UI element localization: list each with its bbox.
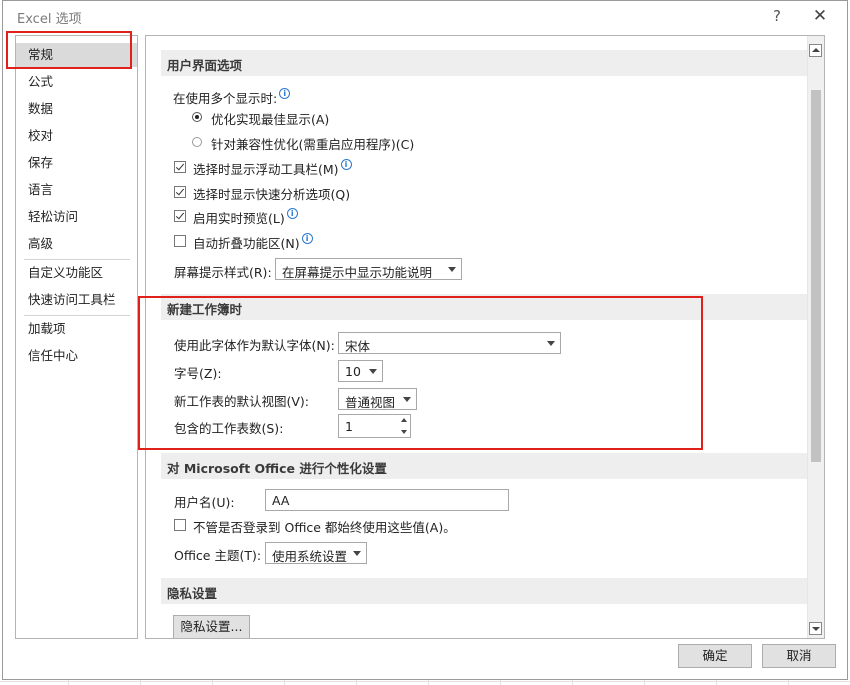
title-bar: Excel 选项 ? ✕ [3,1,847,33]
section-title: 新建工作簿时 [167,302,243,317]
username-label: 用户名(U): [174,495,235,510]
default-view-label: 新工作表的默认视图(V): [174,394,310,409]
office-theme-label: Office 主题(T): [174,548,262,563]
sheet-count-stepper[interactable]: 1 [338,414,411,438]
chevron-down-icon [547,341,555,346]
excel-options-dialog: Excel 选项 ? ✕ 常规 公式 数据 校对 保存 语言 轻松访问 高级 自… [2,0,848,680]
radio-optimize-compatibility-label[interactable]: 针对兼容性优化(需重启应用程序)(C) [211,134,414,153]
nav-item-customize-ribbon[interactable]: 自定义功能区 [16,261,137,285]
section-title: 用户界面选项 [167,58,243,73]
nav-item-trust-center[interactable]: 信任中心 [16,344,137,368]
vertical-scrollbar[interactable] [807,36,824,638]
info-icon: i [301,233,313,244]
radio-optimize-best-display-label[interactable]: 优化实现最佳显示(A) [211,109,329,128]
nav-item-proofing[interactable]: 校对 [16,124,137,148]
info-icon: i [340,159,352,170]
username-field[interactable] [265,489,509,511]
section-header-personalize: 对 Microsoft Office 进行个性化设置 [161,453,807,479]
chevron-down-icon [353,551,361,556]
info-icon: i [279,88,291,99]
nav-item-quick-access-toolbar[interactable]: 快速访问工具栏 [16,288,137,312]
sheet-count-value: 1 [345,419,353,434]
screentip-style-label: 屏幕提示样式(R): [174,265,272,280]
nav-item-data[interactable]: 数据 [16,97,137,121]
radio-optimize-best-display[interactable] [192,112,202,122]
screentip-style-select[interactable]: 在屏幕提示中显示功能说明 [275,258,462,280]
checkbox-always-use-values[interactable] [174,519,186,531]
nav-divider [24,315,130,316]
scroll-up-icon[interactable] [809,44,822,57]
checkbox-mini-toolbar-label[interactable]: 选择时显示浮动工具栏(M) i [193,159,352,178]
scroll-down-icon[interactable] [809,622,822,635]
nav-item-accessibility[interactable]: 轻松访问 [16,205,137,229]
default-view-select[interactable]: 普通视图 [338,388,417,410]
checkbox-collapse-ribbon[interactable] [174,235,186,247]
help-button[interactable]: ? [766,5,788,27]
scroll-thumb[interactable] [811,90,821,462]
spin-down-icon[interactable] [401,430,407,434]
cancel-button[interactable]: 取消 [762,644,836,668]
checkbox-live-preview-label[interactable]: 启用实时预览(L) i [193,208,298,227]
checkbox-quick-analysis[interactable] [174,186,186,198]
chevron-down-icon [448,267,456,272]
username-input[interactable] [266,490,508,510]
category-nav: 常规 公式 数据 校对 保存 语言 轻松访问 高级 自定义功能区 快速访问工具栏… [15,35,138,639]
privacy-settings-button[interactable]: 隐私设置... [173,615,250,638]
ok-button[interactable]: 确定 [678,644,752,668]
screentip-style-value: 在屏幕提示中显示功能说明 [282,265,433,280]
office-theme-value: 使用系统设置 [272,549,348,564]
chevron-down-icon [369,369,377,374]
section-header-ui-options: 用户界面选项 [161,50,807,76]
general-options-pane: 用户界面选项 在使用多个显示时: i 优化实现最佳显示(A) 针对兼容性优化(需重… [145,35,825,639]
nav-item-advanced[interactable]: 高级 [16,232,137,256]
default-view-value: 普通视图 [345,395,396,410]
font-size-label: 字号(Z): [174,366,222,381]
nav-item-add-ins[interactable]: 加载项 [16,317,137,341]
nav-item-general[interactable]: 常规 [16,43,137,67]
dialog-title: Excel 选项 [17,12,82,27]
nav-divider [24,259,130,260]
checkbox-mini-toolbar[interactable] [174,161,186,173]
section-header-new-workbook: 新建工作簿时 [161,294,807,320]
font-size-value: 10 [345,364,361,379]
section-title: 对 Microsoft Office 进行个性化设置 [167,461,387,476]
nav-item-formulas[interactable]: 公式 [16,70,137,94]
checkbox-collapse-ribbon-label[interactable]: 自动折叠功能区(N) i [193,233,313,252]
default-font-value: 宋体 [345,339,371,354]
checkbox-quick-analysis-label[interactable]: 选择时显示快速分析选项(Q) [193,184,350,203]
nav-item-language[interactable]: 语言 [16,178,137,202]
info-icon: i [286,208,298,219]
default-font-label: 使用此字体作为默认字体(N): [174,338,335,353]
radio-optimize-compatibility[interactable] [192,137,202,147]
section-header-privacy: 隐私设置 [161,578,807,604]
close-button[interactable]: ✕ [809,5,831,27]
section-title: 隐私设置 [167,586,218,601]
sheet-count-label: 包含的工作表数(S): [174,421,284,436]
nav-item-save[interactable]: 保存 [16,151,137,175]
office-theme-select[interactable]: 使用系统设置 [265,542,367,564]
spin-up-icon[interactable] [401,418,407,422]
chevron-down-icon [403,397,411,402]
font-size-select[interactable]: 10 [338,360,383,382]
default-font-select[interactable]: 宋体 [338,332,561,354]
checkbox-live-preview[interactable] [174,210,186,222]
multi-display-label: 在使用多个显示时: i [173,88,291,107]
checkbox-always-use-values-label[interactable]: 不管是否登录到 Office 都始终使用这些值(A)。 [193,517,456,536]
